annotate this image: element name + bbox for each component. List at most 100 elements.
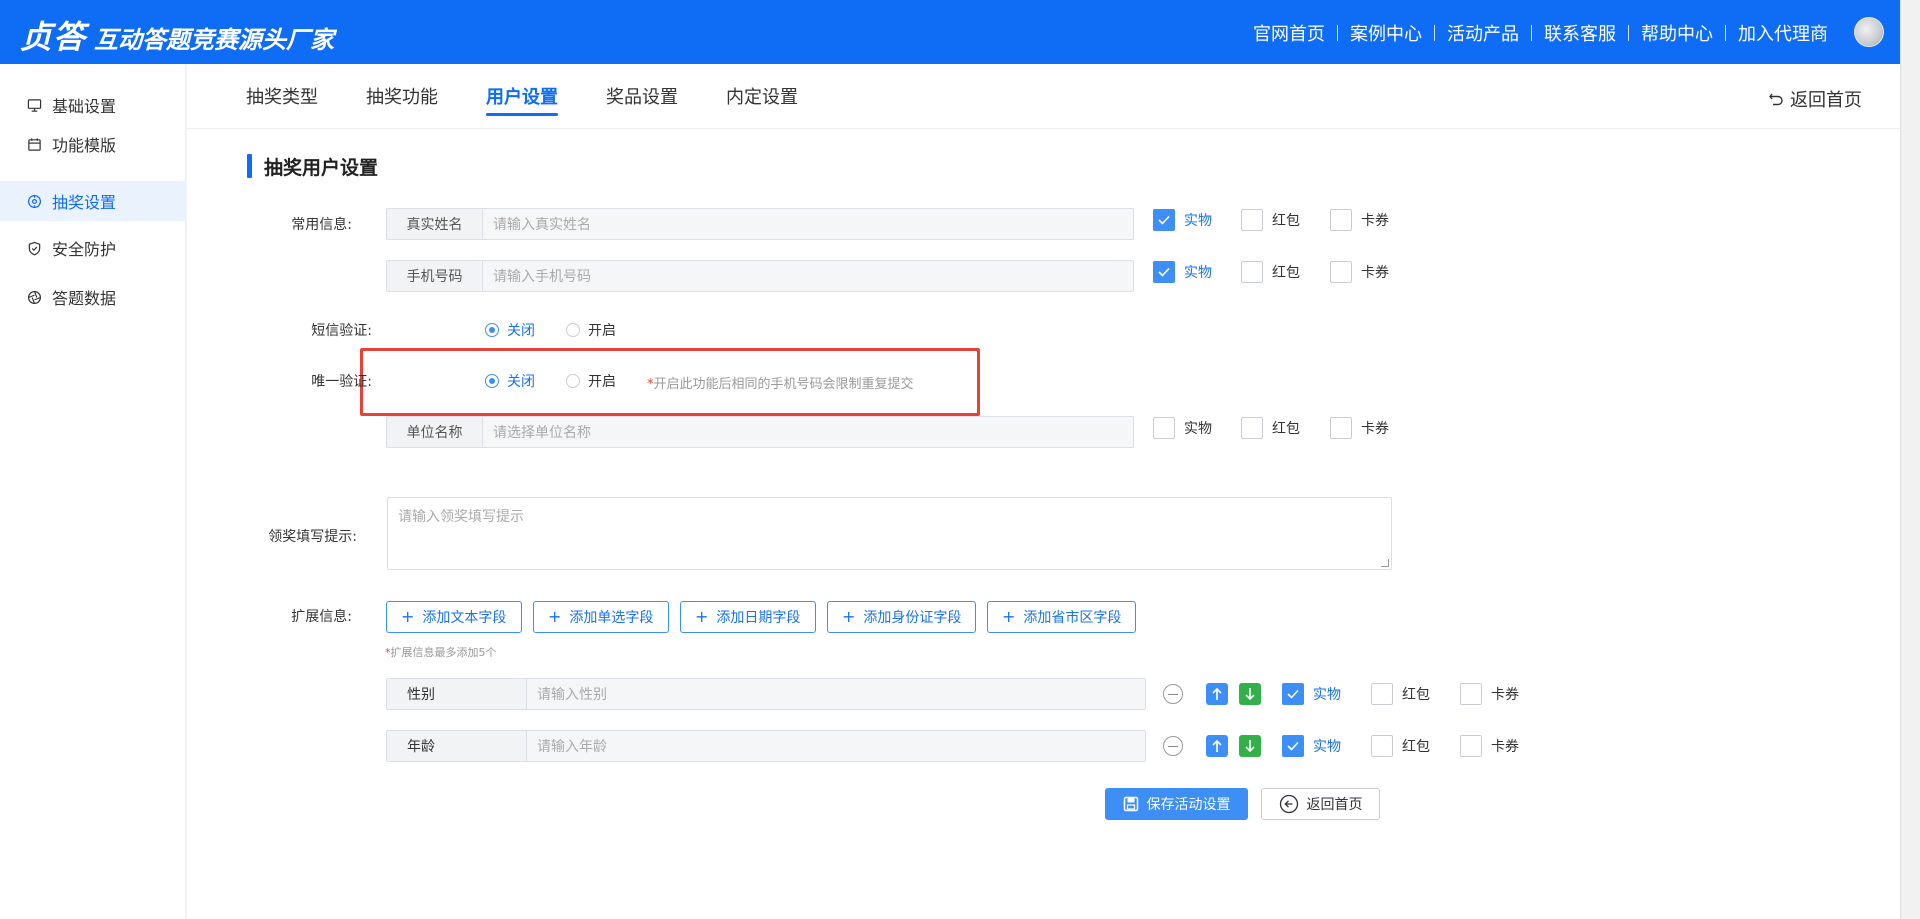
back-button-label: 返回首页 xyxy=(1306,797,1363,813)
checkbox-box xyxy=(1241,417,1263,439)
remove-field-icon[interactable] xyxy=(1163,684,1183,704)
section-title: 抽奖用户设置 xyxy=(247,153,378,179)
back-home-button[interactable]: 返回首页 xyxy=(1261,788,1380,820)
unique-verify-off-radio[interactable]: 关闭 xyxy=(485,371,535,391)
unit-name-select[interactable]: 请选择单位名称 xyxy=(483,417,1133,447)
logo-sub-text: 互动答题竞赛源头厂家 xyxy=(94,26,335,54)
limit-hint-text: 扩展信息最多添加5个 xyxy=(390,646,497,659)
phone-input[interactable]: 请输入手机号码 xyxy=(483,261,1133,291)
sidebar-item-security[interactable]: 安全防护 xyxy=(0,228,186,268)
unit-name-redpacket-checkbox[interactable]: 红包 xyxy=(1241,417,1300,439)
checkbox-label: 卡券 xyxy=(1361,421,1389,437)
top-nav-agent[interactable]: 加入代理商 xyxy=(1726,20,1840,46)
real-name-input[interactable]: 请输入真实姓名 xyxy=(483,209,1133,239)
phone-prefix: 手机号码 xyxy=(387,261,483,291)
brand-logo[interactable]: 贞答 互动答题竞赛源头厂家 xyxy=(20,12,335,56)
real-name-coupon-checkbox[interactable]: 卡券 xyxy=(1330,209,1389,231)
add-id-card-field-button[interactable]: + 添加身份证字段 xyxy=(827,601,976,633)
aperture-icon xyxy=(26,289,42,305)
age-physical-checkbox[interactable]: 实物 xyxy=(1282,735,1341,757)
extended-info-label: 扩展信息: xyxy=(291,609,352,625)
real-name-field: 真实姓名 请输入真实姓名 xyxy=(386,208,1134,240)
move-down-icon[interactable] xyxy=(1239,735,1261,757)
add-date-field-button[interactable]: + 添加日期字段 xyxy=(680,601,816,633)
page-scrollbar[interactable] xyxy=(1900,0,1920,919)
phone-redpacket-checkbox[interactable]: 红包 xyxy=(1241,261,1300,283)
radio-circle xyxy=(566,323,580,337)
top-nav-cases[interactable]: 案例中心 xyxy=(1338,20,1434,46)
sidebar-item-answer-data[interactable]: 答题数据 xyxy=(0,277,186,317)
extended-info-limit-hint: *扩展信息最多添加5个 xyxy=(385,644,497,660)
back-home-link[interactable]: 返回首页 xyxy=(1768,86,1862,112)
add-region-field-button[interactable]: + 添加省市区字段 xyxy=(987,601,1136,633)
age-name[interactable]: 年龄 xyxy=(387,731,527,761)
gender-redpacket-checkbox[interactable]: 红包 xyxy=(1371,683,1430,705)
button-label: 添加身份证字段 xyxy=(863,610,962,626)
checkbox-box xyxy=(1330,261,1352,283)
tab-preset-settings[interactable]: 内定设置 xyxy=(726,83,798,109)
top-nav: 官网首页 案例中心 活动产品 联系客服 帮助中心 加入代理商 xyxy=(1241,20,1840,46)
move-up-icon[interactable] xyxy=(1206,683,1228,705)
sidebar-item-templates[interactable]: 功能模版 xyxy=(0,124,186,164)
move-up-icon[interactable] xyxy=(1206,735,1228,757)
shield-icon xyxy=(26,240,42,256)
claim-hint-textarea[interactable]: 请输入领奖填写提示 xyxy=(387,497,1392,570)
sidebar-item-basic-settings[interactable]: 基础设置 xyxy=(0,85,186,125)
checkbox-box xyxy=(1241,261,1263,283)
extended-field-gender: 性别 请输入性别 xyxy=(386,678,1146,710)
top-nav-home[interactable]: 官网首页 xyxy=(1241,20,1337,46)
sidebar-item-lottery-settings[interactable]: 抽奖设置 xyxy=(0,181,186,221)
sidebar-item-label: 抽奖设置 xyxy=(52,193,117,212)
sms-verify-label: 短信验证: xyxy=(311,323,372,339)
tab-prize-settings[interactable]: 奖品设置 xyxy=(606,83,678,109)
add-text-field-button[interactable]: + 添加文本字段 xyxy=(386,601,522,633)
real-name-physical-checkbox[interactable]: 实物 xyxy=(1153,209,1212,231)
save-settings-button[interactable]: 保存活动设置 xyxy=(1105,788,1248,820)
remove-field-icon[interactable] xyxy=(1163,736,1183,756)
phone-physical-checkbox[interactable]: 实物 xyxy=(1153,261,1212,283)
age-coupon-checkbox[interactable]: 卡券 xyxy=(1460,735,1519,757)
top-nav-support[interactable]: 联系客服 xyxy=(1532,20,1628,46)
checkbox-label: 卡券 xyxy=(1491,739,1519,755)
phone-field: 手机号码 请输入手机号码 xyxy=(386,260,1134,292)
move-down-icon[interactable] xyxy=(1239,683,1261,705)
sms-verify-off-radio[interactable]: 关闭 xyxy=(485,320,535,340)
button-label: 添加文本字段 xyxy=(422,610,507,626)
arrow-left-circle-icon xyxy=(1279,794,1299,814)
sms-verify-on-radio[interactable]: 开启 xyxy=(566,320,616,340)
plus-icon: + xyxy=(695,607,709,626)
unique-verify-on-radio[interactable]: 开启 xyxy=(566,371,616,391)
top-nav-products[interactable]: 活动产品 xyxy=(1435,20,1531,46)
check-icon xyxy=(1282,735,1304,757)
gender-input[interactable]: 请输入性别 xyxy=(527,679,1145,709)
checkbox-label: 卡券 xyxy=(1491,687,1519,703)
sidebar-item-label: 功能模版 xyxy=(52,136,117,155)
tab-user-settings[interactable]: 用户设置 xyxy=(486,83,558,116)
age-redpacket-checkbox[interactable]: 红包 xyxy=(1371,735,1430,757)
unit-name-field: 单位名称 请选择单位名称 xyxy=(386,416,1134,448)
calendar-icon xyxy=(26,136,42,152)
undo-icon xyxy=(1768,91,1784,107)
radio-circle xyxy=(485,374,499,388)
checkbox-label: 红包 xyxy=(1402,687,1430,703)
phone-coupon-checkbox[interactable]: 卡券 xyxy=(1330,261,1389,283)
tab-lottery-function[interactable]: 抽奖功能 xyxy=(366,83,438,109)
top-nav-help[interactable]: 帮助中心 xyxy=(1629,20,1725,46)
gender-physical-checkbox[interactable]: 实物 xyxy=(1282,683,1341,705)
save-icon xyxy=(1123,796,1139,812)
real-name-redpacket-checkbox[interactable]: 红包 xyxy=(1241,209,1300,231)
add-radio-field-button[interactable]: + 添加单选字段 xyxy=(533,601,669,633)
gender-coupon-checkbox[interactable]: 卡券 xyxy=(1460,683,1519,705)
gender-name[interactable]: 性别 xyxy=(387,679,527,709)
age-input[interactable]: 请输入年龄 xyxy=(527,731,1145,761)
main-content: 抽奖类型 抽奖功能 用户设置 奖品设置 内定设置 返回首页 抽奖用户设置 常用信… xyxy=(187,64,1900,919)
resize-handle[interactable] xyxy=(1381,559,1389,567)
checkbox-box xyxy=(1371,683,1393,705)
title-accent-bar xyxy=(247,154,252,178)
unique-verify-hint: *开启此功能后相同的手机号码会限制重复提交 xyxy=(647,373,914,392)
tab-lottery-type[interactable]: 抽奖类型 xyxy=(246,83,318,109)
unit-name-coupon-checkbox[interactable]: 卡券 xyxy=(1330,417,1389,439)
avatar[interactable] xyxy=(1854,17,1884,47)
unit-name-physical-checkbox[interactable]: 实物 xyxy=(1153,417,1212,439)
plus-icon: + xyxy=(548,607,562,626)
